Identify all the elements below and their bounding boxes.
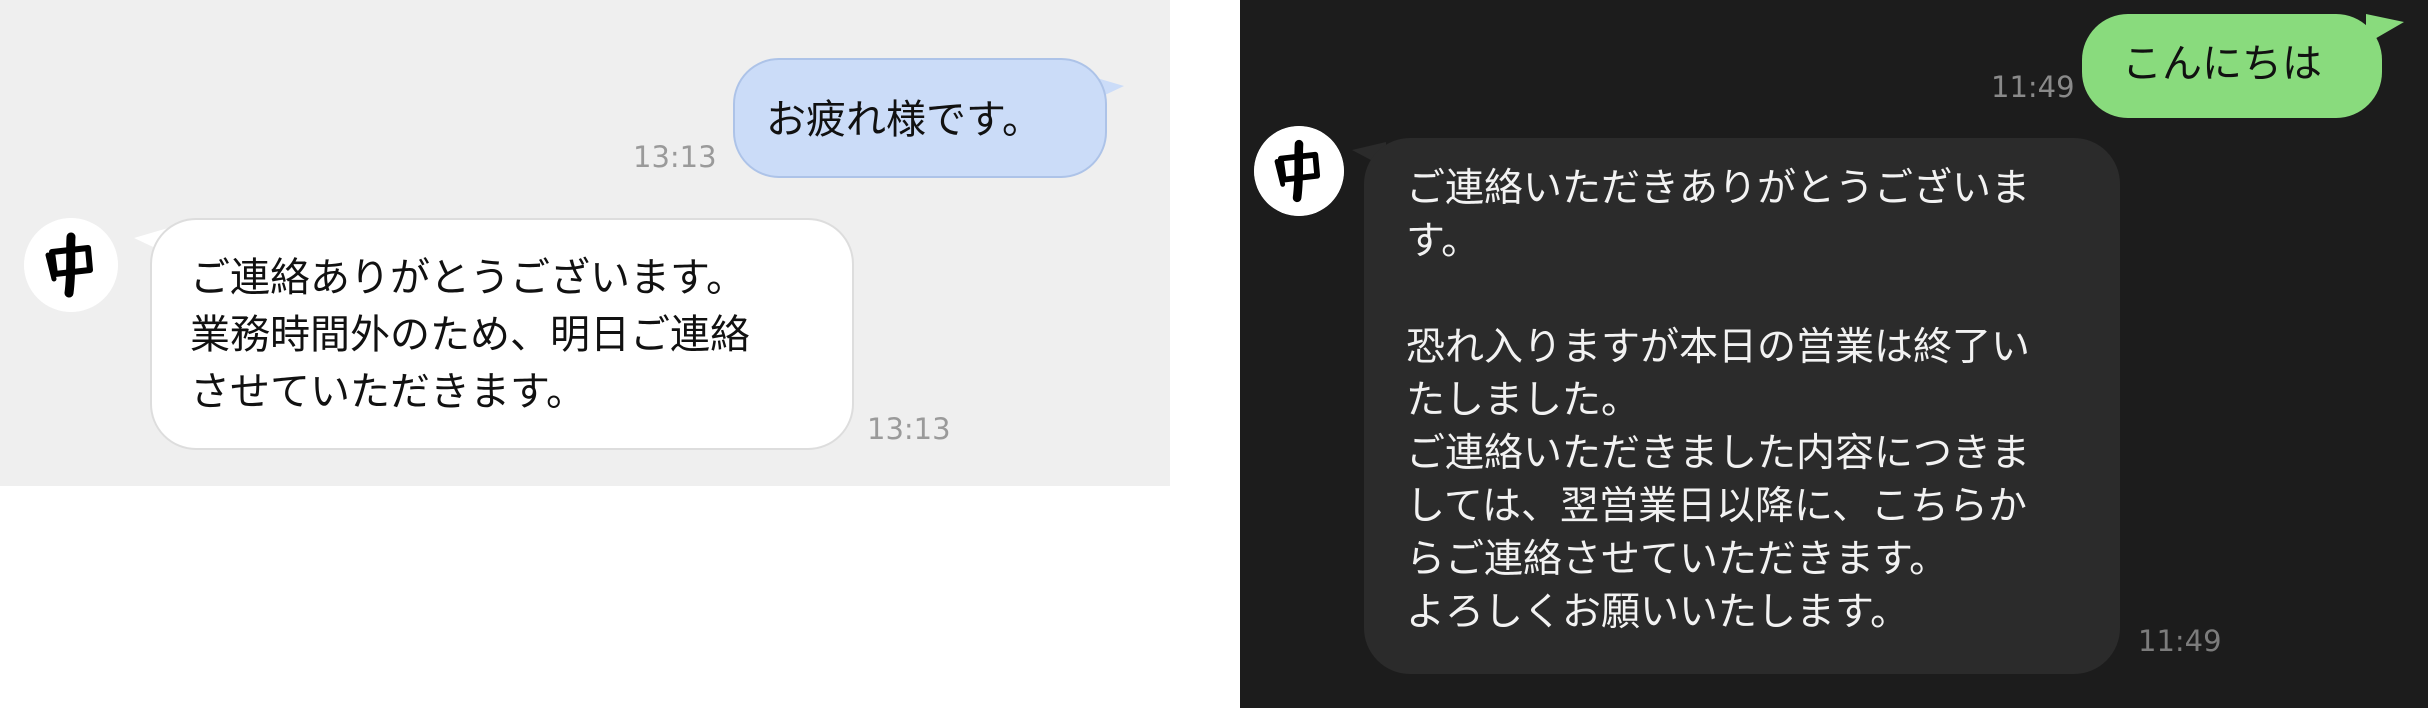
outgoing-message-text: こんにちは	[2122, 41, 2322, 87]
incoming-message-text: ご連絡ありがとうございます。 業務時間外のため、明日ご連絡 させていただきます。	[190, 255, 750, 415]
outgoing-message-time: 13:13	[633, 140, 717, 174]
incoming-message-time: 13:13	[867, 412, 951, 446]
outgoing-message-time: 11:49	[1991, 70, 2075, 104]
outgoing-message-text: お疲れ様です。	[766, 97, 1042, 143]
light-chat-screen: お疲れ様です。 13:13 ご連絡ありがとうございます。 業務時間外のため、明日…	[0, 0, 1170, 486]
avatar[interactable]	[24, 218, 118, 312]
chinese-character-avatar-icon	[24, 218, 118, 312]
chinese-character-avatar-icon	[1254, 126, 1344, 216]
incoming-message-text: ご連絡いただきありがとうございま す。 恐れ入りますが本日の営業は終了い たしま…	[1406, 166, 2031, 635]
dark-chat-screen: こんにちは 11:49 ご連絡いただきありがとうございま す。 恐れ入りますが本…	[1240, 0, 2428, 708]
avatar[interactable]	[1254, 126, 1344, 216]
incoming-message-time: 11:49	[2138, 624, 2222, 658]
